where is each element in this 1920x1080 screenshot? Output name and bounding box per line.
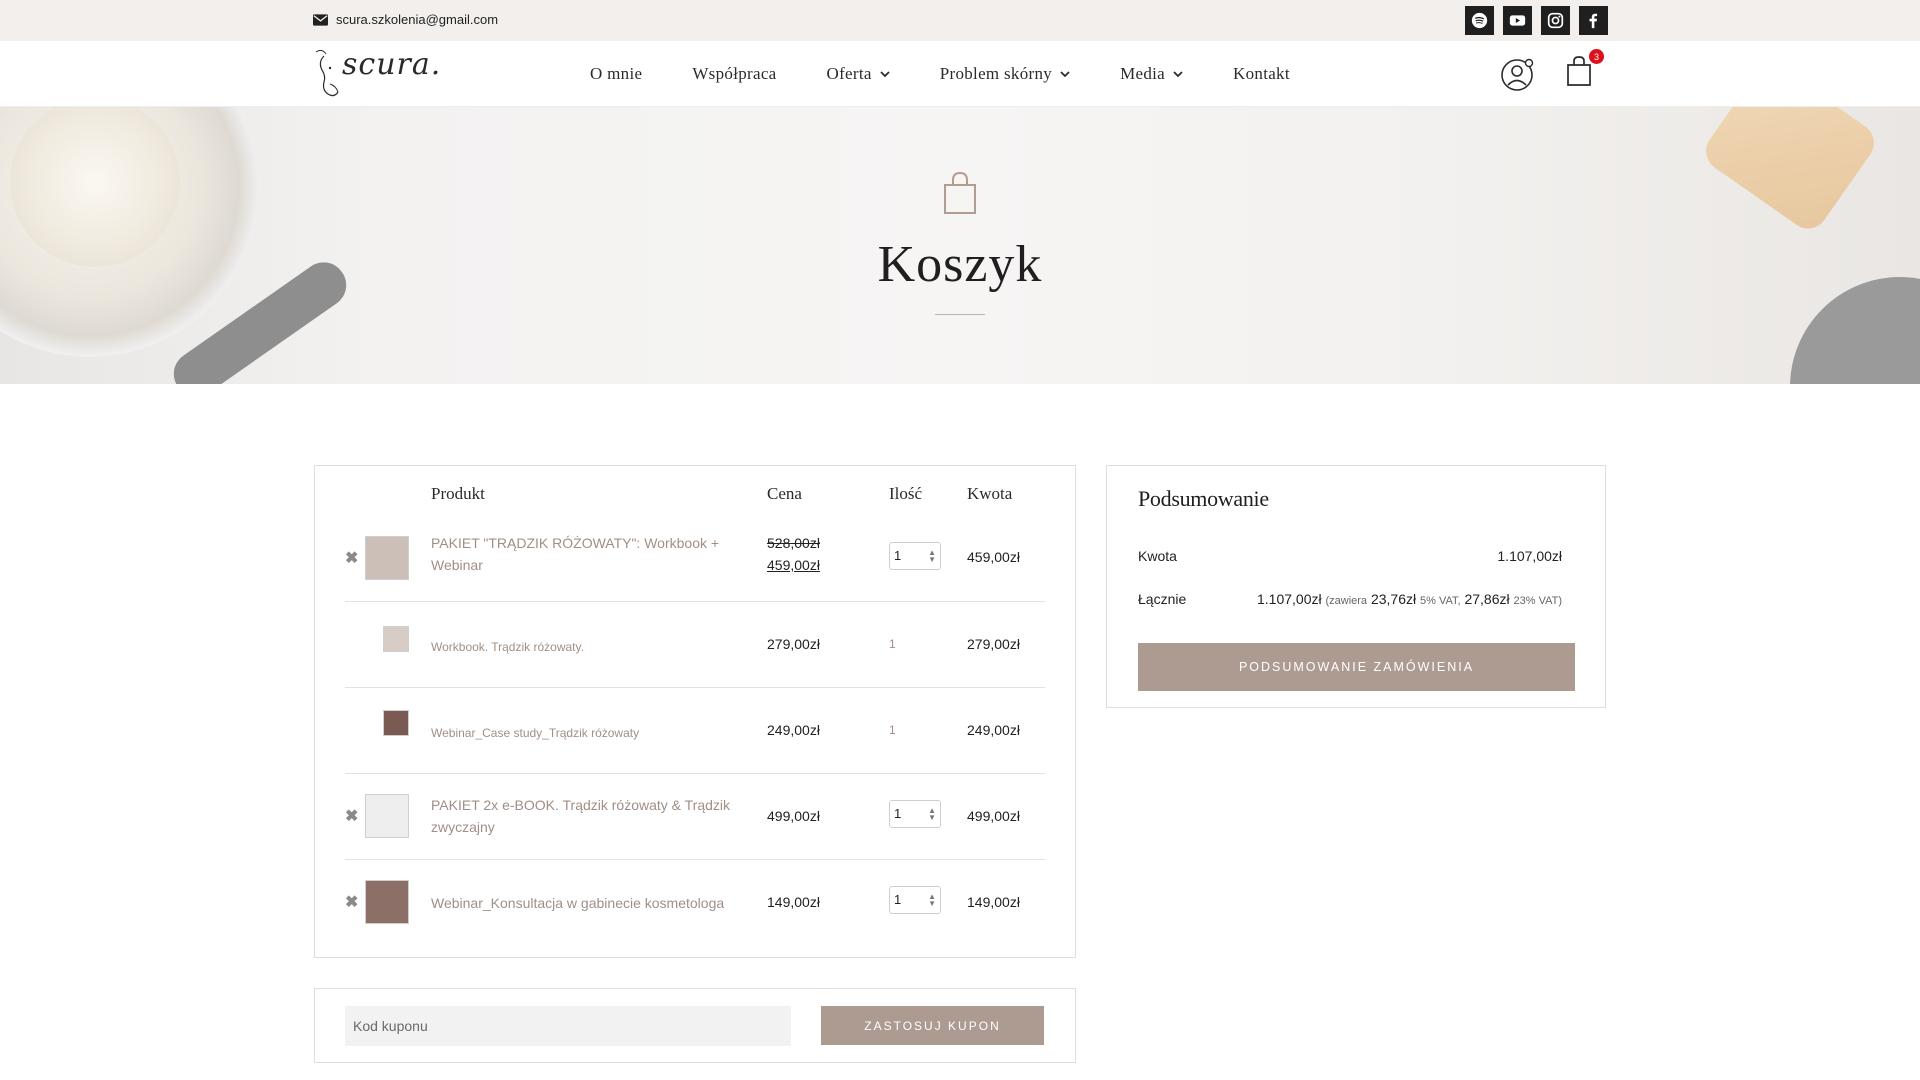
- nav-item-oferta[interactable]: Oferta: [827, 64, 890, 84]
- stepper-arrows-icon[interactable]: ▲ ▼: [928, 807, 936, 822]
- cart-icon[interactable]: [1566, 55, 1592, 87]
- product-thumbnail[interactable]: [365, 536, 409, 580]
- checkout-button[interactable]: PODSUMOWANIE ZAMÓWIENIA: [1138, 643, 1575, 691]
- column-header-amount: Kwota: [967, 484, 1013, 503]
- row-amount: 499,00zł: [967, 808, 1020, 824]
- product-name-link[interactable]: PAKIET "TRĄDZIK RÓŻOWATY": Workbook + We…: [431, 532, 741, 576]
- nav-item-kontakt[interactable]: Kontakt: [1233, 64, 1290, 84]
- quantity-stepper[interactable]: 1 ▲ ▼: [889, 886, 941, 914]
- hero-decor: [1698, 107, 1882, 237]
- product-price: 249,00zł: [767, 722, 820, 738]
- chevron-down-icon: [1173, 70, 1183, 77]
- page-title: Koszyk: [877, 236, 1043, 293]
- nav-label: O mnie: [590, 64, 643, 83]
- quantity-value: 1: [889, 637, 896, 651]
- product-thumbnail[interactable]: [365, 880, 409, 924]
- envelope-icon: [313, 13, 328, 26]
- nav-item-media[interactable]: Media: [1120, 64, 1183, 84]
- cart-table: Produkt Cena Ilość Kwota ✖ PAKIET "TRĄDZ…: [314, 465, 1076, 958]
- nav-label: Media: [1120, 64, 1166, 83]
- remove-item-button[interactable]: ✖: [345, 892, 358, 912]
- quantity-value: 1: [894, 548, 902, 563]
- product-thumbnail[interactable]: [383, 710, 409, 736]
- tax-23-label: 23% VAT): [1513, 595, 1563, 607]
- order-summary: Podsumowanie Kwota 1.107,00zł Łącznie 1.…: [1106, 465, 1606, 708]
- apply-coupon-button[interactable]: ZASTOSUJ KUPON: [821, 1006, 1044, 1045]
- tax-5-label: 5% VAT,: [1420, 595, 1461, 607]
- cart-count-badge: 3: [1589, 49, 1604, 64]
- stepper-arrows-icon[interactable]: ▲ ▼: [928, 893, 936, 908]
- total-label: Łącznie: [1138, 591, 1187, 607]
- coupon-section: ZASTOSUJ KUPON: [314, 988, 1076, 1063]
- product-thumbnail[interactable]: [365, 794, 409, 838]
- tax-5-value: 23,76zł: [1370, 591, 1417, 607]
- nav-label: Oferta: [826, 64, 872, 83]
- top-bar: scura.szkolenia@gmail.com: [0, 0, 1920, 41]
- user-account-icon[interactable]: [1500, 56, 1536, 92]
- social-links: [1465, 6, 1608, 35]
- email-text: scura.szkolenia@gmail.com: [336, 12, 499, 27]
- column-header-price: Cena: [767, 484, 802, 503]
- coupon-code-input[interactable]: [345, 1006, 791, 1046]
- hero-banner: Koszyk: [0, 107, 1920, 384]
- quantity-value: 1: [889, 723, 896, 737]
- remove-item-button[interactable]: ✖: [345, 806, 358, 826]
- table-row: ✖ Webinar_Konsultacja w gabinecie kosmet…: [345, 860, 1045, 946]
- chevron-down-icon: [1060, 70, 1070, 77]
- nav-item-o-mnie[interactable]: O mnie: [590, 64, 642, 84]
- product-name-link[interactable]: Workbook. Trądzik różowaty.: [431, 636, 741, 658]
- table-header: Produkt Cena Ilość Kwota: [315, 466, 1075, 516]
- instagram-icon[interactable]: [1541, 6, 1570, 35]
- quantity-value: 1: [894, 892, 902, 907]
- quantity-value: 1: [894, 806, 902, 821]
- chevron-down-icon: [880, 70, 890, 77]
- tax-23-value: 27,86zł: [1464, 591, 1510, 607]
- row-amount: 279,00zł: [967, 636, 1020, 652]
- nav-label: Kontakt: [1233, 64, 1290, 83]
- spotify-icon[interactable]: [1465, 6, 1494, 35]
- product-price: 528,00zł 459,00zł: [767, 532, 820, 576]
- price-new: 459,00zł: [767, 557, 820, 573]
- price-old: 528,00zł: [767, 535, 820, 551]
- summary-title: Podsumowanie: [1138, 486, 1269, 511]
- row-amount: 249,00zł: [967, 722, 1020, 738]
- table-row: Workbook. Trądzik różowaty. 279,00zł 1 2…: [345, 602, 1045, 688]
- nav-label: Współpraca: [692, 64, 777, 83]
- nav-item-wspolpraca[interactable]: Współpraca: [692, 64, 776, 84]
- product-price: 149,00zł: [767, 894, 820, 910]
- facebook-icon[interactable]: [1579, 6, 1608, 35]
- subtotal-value: 1.107,00zł: [1497, 548, 1562, 564]
- nav-label: Problem skórny: [939, 64, 1053, 83]
- youtube-icon[interactable]: [1503, 6, 1532, 35]
- quantity-stepper[interactable]: 1 ▲ ▼: [889, 800, 941, 828]
- table-row: Webinar_Case study_Trądzik różowaty 249,…: [345, 688, 1045, 774]
- table-row: ✖ PAKIET "TRĄDZIK RÓŻOWATY": Workbook + …: [345, 516, 1045, 602]
- contact-email[interactable]: scura.szkolenia@gmail.com: [313, 12, 498, 27]
- row-amount: 459,00zł: [967, 549, 1020, 565]
- site-header: scura. O mnie Współpraca Oferta Problem …: [0, 41, 1920, 107]
- product-name-link[interactable]: PAKIET 2x e-BOOK. Trądzik różowaty & Trą…: [431, 794, 741, 838]
- stepper-arrows-icon[interactable]: ▲ ▼: [928, 549, 936, 564]
- main-nav: O mnie Współpraca Oferta Problem skórny …: [590, 41, 1340, 107]
- product-price: 279,00zł: [767, 636, 820, 652]
- table-row: ✖ PAKIET 2x e-BOOK. Trądzik różowaty & T…: [345, 774, 1045, 860]
- quantity-stepper[interactable]: 1 ▲ ▼: [889, 542, 941, 570]
- column-header-qty: Ilość: [889, 484, 923, 503]
- total-value-line: 1.107,00zł (zawiera 23,76zł 5% VAT, 27,8…: [1257, 591, 1562, 607]
- shopping-bag-icon: [944, 171, 976, 214]
- product-name-link[interactable]: Webinar_Case study_Trądzik różowaty: [431, 722, 741, 744]
- logo-text[interactable]: scura.: [342, 47, 441, 82]
- column-header-product: Produkt: [431, 484, 485, 503]
- row-amount: 149,00zł: [967, 894, 1020, 910]
- subtotal-label: Kwota: [1138, 548, 1177, 564]
- title-divider: [935, 314, 985, 315]
- nav-item-problem-skorny[interactable]: Problem skórny: [940, 64, 1070, 84]
- remove-item-button[interactable]: ✖: [345, 548, 358, 568]
- tax-prefix: (zawiera: [1325, 595, 1368, 607]
- total-value: 1.107,00zł: [1256, 591, 1322, 607]
- product-price: 499,00zł: [767, 808, 820, 824]
- product-thumbnail[interactable]: [383, 626, 409, 652]
- product-name-link[interactable]: Webinar_Konsultacja w gabinecie kosmetol…: [431, 892, 741, 914]
